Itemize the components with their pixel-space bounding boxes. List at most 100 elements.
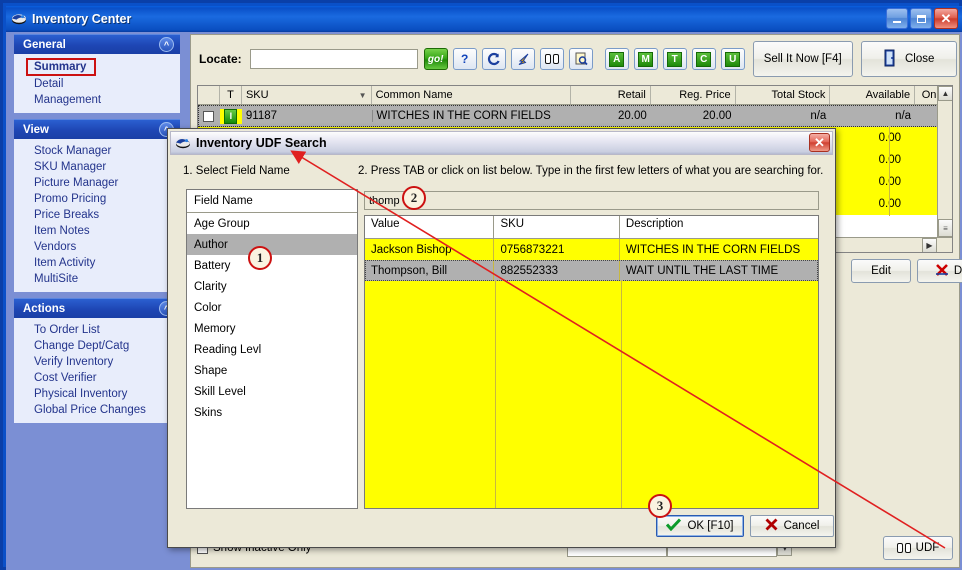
sidebar-item-price-breaks[interactable]: Price Breaks [14, 207, 180, 223]
udf-button[interactable]: UDF [883, 536, 953, 560]
table-row-selected[interactable]: Thompson, Bill 882552333 WAIT UNTIL THE … [365, 260, 818, 281]
filter-letter-label: C [696, 51, 712, 67]
sidebar-item-physical-inventory[interactable]: Physical Inventory [14, 386, 180, 402]
field-name-list[interactable]: Field Name Age Group Author Battery Clar… [186, 189, 358, 509]
filter-button-t[interactable]: T [662, 48, 687, 70]
results-header-value[interactable]: Value [365, 216, 495, 238]
list-item[interactable]: Skins [187, 402, 357, 423]
grid-header-reg-price[interactable]: Reg. Price [651, 86, 736, 104]
results-header-description[interactable]: Description [620, 216, 818, 238]
minimize-button[interactable] [886, 8, 908, 29]
sidebar-item-management[interactable]: Management [14, 92, 180, 108]
sidebar-group-header-actions[interactable]: Actions ^ [14, 298, 180, 318]
filter-button-m[interactable]: M [633, 48, 658, 70]
sidebar-item-sku-manager[interactable]: SKU Manager [14, 159, 180, 175]
dialog-step2-label: 2. Press TAB or click on list below. Typ… [358, 165, 824, 177]
table-row[interactable]: Jackson Bishop 0756873221 WITCHES IN THE… [365, 239, 818, 260]
cancel-button[interactable]: Cancel [750, 515, 834, 537]
grid-header-sku[interactable]: SKU ▼ [242, 86, 372, 104]
close-window-button[interactable]: ✕ [934, 8, 958, 29]
close-button[interactable]: Close [860, 41, 957, 77]
row-value: 0.00 [843, 132, 905, 144]
sidebar-item-to-order-list[interactable]: To Order List [14, 322, 180, 338]
row-reg-price: 20.00 [702, 110, 732, 122]
list-item[interactable]: Age Group [187, 213, 357, 234]
results-header-row: Value SKU Description [365, 216, 818, 239]
cancel-button-label: Cancel [783, 520, 820, 532]
refresh-icon-button[interactable] [481, 48, 506, 70]
checkmark-icon [666, 518, 682, 534]
row-checkbox-cell[interactable] [198, 110, 220, 122]
sidebar-item-summary[interactable]: Summary [26, 58, 97, 76]
grid-vertical-scrollbar[interactable]: ▲ ≡ ▼ [937, 86, 952, 252]
grid-column-divider [889, 126, 890, 216]
sidebar-group-header-view[interactable]: View ^ [14, 119, 180, 139]
sidebar-item-cost-verifier[interactable]: Cost Verifier [14, 370, 180, 386]
filter-letter-label: U [725, 51, 741, 67]
results-header-sku[interactable]: SKU [494, 216, 620, 238]
row-common-name: WITCHES IN THE CORN FIELDS [371, 110, 571, 122]
udf-search-input[interactable]: thomp [364, 191, 819, 210]
annotation-marker-2: 2 [402, 186, 426, 210]
row-checkbox[interactable] [203, 110, 215, 122]
filter-button-a[interactable]: A [604, 48, 629, 70]
scroll-up-button[interactable]: ▲ [938, 86, 952, 101]
sidebar-item-change-dept-catg[interactable]: Change Dept/Catg [14, 338, 180, 354]
sidebar-group-body-view: Stock Manager SKU Manager Picture Manage… [14, 139, 180, 292]
sidebar-item-item-notes[interactable]: Item Notes [14, 223, 180, 239]
locate-label: Locate: [199, 52, 242, 66]
grid-header-available[interactable]: Available [830, 86, 916, 104]
sidebar-item-detail[interactable]: Detail [14, 76, 180, 92]
list-item[interactable]: Battery [187, 255, 357, 276]
sidebar-item-item-activity[interactable]: Item Activity [14, 255, 180, 271]
delete-button[interactable]: Delete [917, 259, 962, 283]
result-value: Jackson Bishop [365, 239, 495, 260]
grid-header-total-stock[interactable]: Total Stock [736, 86, 831, 104]
list-item[interactable]: Shape [187, 360, 357, 381]
results-column-divider [495, 280, 496, 508]
maximize-button[interactable] [910, 8, 932, 29]
list-item[interactable]: Reading Levl [187, 339, 357, 360]
list-item[interactable]: Memory [187, 318, 357, 339]
sidebar-group-view: View ^ Stock Manager SKU Manager Picture… [14, 119, 180, 292]
sidebar: General ^ Summary Detail Management View [8, 34, 186, 568]
filter-button-u[interactable]: U [720, 48, 745, 70]
go-button[interactable]: go! [423, 48, 448, 70]
preview-icon-button[interactable] [568, 48, 593, 70]
sidebar-group-body-general: Summary Detail Management [14, 54, 180, 113]
list-item-selected[interactable]: Author [187, 234, 357, 255]
sidebar-item-promo-pricing[interactable]: Promo Pricing [14, 191, 180, 207]
list-item[interactable]: Color [187, 297, 357, 318]
grid-header-common-name[interactable]: Common Name [372, 86, 572, 104]
sidebar-group-label: View [23, 123, 49, 136]
dialog-close-button[interactable]: ✕ [809, 133, 830, 152]
sidebar-item-picture-manager[interactable]: Picture Manager [14, 175, 180, 191]
sidebar-item-global-price-changes[interactable]: Global Price Changes [14, 402, 180, 418]
sell-it-now-button[interactable]: Sell It Now [F4] [752, 41, 853, 77]
grid-header-check[interactable] [198, 86, 220, 104]
locate-input[interactable] [249, 49, 418, 69]
sidebar-group-header-general[interactable]: General ^ [14, 34, 180, 54]
ok-button[interactable]: OK [F10] [656, 515, 744, 537]
grid-header-retail[interactable]: Retail [571, 86, 651, 104]
scroll-thumb[interactable]: ≡ [938, 219, 952, 237]
sidebar-item-verify-inventory[interactable]: Verify Inventory [14, 354, 180, 370]
list-item[interactable]: Clarity [187, 276, 357, 297]
help-button[interactable]: ? [452, 48, 477, 70]
row-available: n/a [895, 110, 912, 122]
row-value: 0.00 [843, 198, 905, 210]
edit-button[interactable]: Edit [851, 259, 911, 283]
grid-header-type[interactable]: T [220, 86, 242, 104]
sidebar-item-stock-manager[interactable]: Stock Manager [14, 143, 180, 159]
sidebar-group-general: General ^ Summary Detail Management [14, 34, 180, 113]
filter-button-c[interactable]: C [691, 48, 716, 70]
find-icon-button[interactable] [539, 48, 564, 70]
jump-icon-button[interactable] [510, 48, 535, 70]
dialog-title: Inventory UDF Search [196, 136, 327, 150]
sidebar-item-multisite[interactable]: MultiSite [14, 271, 180, 287]
table-row[interactable]: I 91187 WITCHES IN THE CORN FIELDS 20.00… [198, 105, 952, 127]
list-item[interactable]: Skill Level [187, 381, 357, 402]
chevron-up-icon[interactable]: ^ [159, 37, 174, 52]
scroll-right-button[interactable]: ▶ [922, 238, 937, 252]
sidebar-item-vendors[interactable]: Vendors [14, 239, 180, 255]
